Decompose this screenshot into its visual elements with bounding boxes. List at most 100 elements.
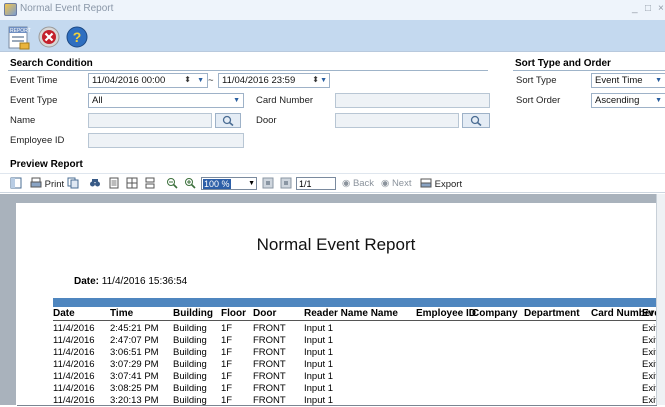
search-icon (470, 115, 482, 127)
table-cell: 1F (221, 323, 233, 334)
table-row: 11/4/2016 3:20:13 PM Building 1F FRONT Input … (16, 395, 658, 407)
table-cell: Input 1 (304, 383, 334, 394)
close-button[interactable] (36, 24, 62, 50)
table-cell: 1F (221, 359, 233, 370)
table-cell: FRONT (253, 371, 286, 382)
continuous-page-icon[interactable] (144, 177, 156, 191)
table-row: 11/4/2016 3:07:41 PM Building 1F FRONT Input … (16, 371, 658, 383)
table-cell: 1F (221, 371, 233, 382)
sort-title: Sort Type and Order (515, 58, 611, 69)
door-field[interactable] (335, 113, 459, 128)
find-icon[interactable] (89, 177, 101, 191)
export-label: Export (434, 179, 463, 190)
back-label: Back (352, 178, 375, 189)
table-cell: 2:47:07 PM (110, 335, 159, 346)
event-type-select[interactable]: All ▼ (88, 93, 244, 108)
name-search-button[interactable] (215, 113, 241, 128)
table-cell: FRONT (253, 395, 286, 406)
spinner-icon[interactable]: ⬍ (312, 74, 319, 86)
table-cell: FRONT (253, 347, 286, 358)
next-label: Next (391, 178, 412, 189)
column-header: Door (253, 308, 277, 319)
table-cell: Input 1 (304, 395, 334, 406)
table-cell: Input 1 (304, 347, 334, 358)
sort-type-label: Sort Type (516, 75, 557, 86)
report-title: Normal Event Report (256, 235, 416, 254)
name-field[interactable] (88, 113, 212, 128)
table-cell: 11/4/2016 (53, 359, 95, 370)
close-window-button[interactable]: × (658, 3, 664, 14)
print-button[interactable]: Print (30, 177, 64, 191)
title-bar: Normal Event Report _ □ × (0, 0, 665, 20)
table-cell: 3:08:25 PM (110, 383, 159, 394)
event-type-value: All (92, 95, 103, 106)
table-cell: Building (173, 371, 207, 382)
table-cell: FRONT (253, 359, 286, 370)
table-cell: FRONT (253, 383, 286, 394)
column-header: Department (524, 308, 580, 319)
column-header: Reader Name Name (304, 308, 398, 319)
page-number-field[interactable]: 1/1 (296, 177, 336, 190)
table-cell: 3:06:51 PM (110, 347, 159, 358)
card-number-field[interactable] (335, 93, 490, 108)
svg-text:?: ? (73, 29, 82, 45)
column-header: Time (110, 308, 134, 319)
printer-icon (30, 177, 42, 188)
table-cell: 3:07:29 PM (110, 359, 159, 370)
door-search-button[interactable] (462, 113, 490, 128)
page-icon[interactable] (108, 177, 120, 191)
prev-page-icon[interactable] (280, 177, 292, 191)
chevron-down-icon[interactable]: ▼ (197, 75, 204, 87)
chevron-down-icon[interactable]: ▼ (655, 95, 662, 107)
event-time-to-value: 11/04/2016 23:59 (222, 75, 296, 86)
zoom-value: 100 % (203, 179, 231, 189)
report-button[interactable]: REPORT (6, 24, 32, 50)
report-date-label: Date: (74, 276, 100, 287)
table-cell: 11/4/2016 (53, 347, 95, 358)
table-cell: 3:07:41 PM (110, 371, 159, 382)
multi-page-icon[interactable] (126, 177, 138, 191)
table-cell: 1F (221, 335, 233, 346)
chevron-down-icon[interactable]: ▼ (248, 178, 255, 190)
help-button[interactable]: ? (64, 24, 90, 50)
report-date-value: 11/4/2016 15:36:54 (101, 276, 188, 287)
time-range-tilde: ~ (208, 75, 214, 86)
next-arrow-icon: ◉ (381, 178, 390, 189)
chevron-down-icon[interactable]: ▼ (320, 75, 327, 87)
chevron-down-icon[interactable]: ▼ (655, 75, 662, 87)
print-label: Print (44, 179, 65, 190)
first-page-icon[interactable] (262, 177, 274, 191)
copy-icon[interactable] (67, 177, 79, 191)
maximize-button[interactable]: □ (645, 3, 651, 14)
zoom-select[interactable]: 100 % ▼ (201, 177, 257, 190)
window-title: Normal Event Report (20, 3, 114, 14)
table-cell: 11/4/2016 (53, 335, 95, 346)
table-cell: Building (173, 323, 207, 334)
toggle-tree-icon[interactable] (10, 177, 22, 191)
back-button[interactable]: ◉ Back (342, 177, 374, 191)
sort-type-value: Event Time (595, 75, 643, 86)
main-toolbar: REPORT ? (0, 20, 665, 52)
table-row: 11/4/2016 2:45:21 PM Building 1F FRONT Input … (16, 323, 658, 335)
spinner-icon[interactable]: ⬍ (184, 74, 191, 86)
zoom-in-icon[interactable] (184, 177, 196, 191)
search-icon (222, 115, 234, 127)
chevron-down-icon[interactable]: ▼ (233, 95, 240, 107)
export-button[interactable]: Export (420, 177, 462, 191)
report-icon: REPORT (8, 26, 31, 50)
vertical-scrollbar[interactable] (656, 194, 665, 405)
sort-order-label: Sort Order (516, 95, 561, 106)
sort-separator (513, 70, 665, 71)
sort-type-select[interactable]: Event Time ▼ (591, 73, 665, 88)
minimize-button[interactable]: _ (632, 3, 638, 14)
sort-order-select[interactable]: Ascending ▼ (591, 93, 665, 108)
employee-id-field[interactable] (88, 133, 244, 148)
event-time-to-field[interactable]: 11/04/2016 23:59 ⬍ ▼ (218, 73, 330, 88)
next-button[interactable]: ◉ Next (381, 177, 411, 191)
search-condition-title: Search Condition (10, 58, 93, 69)
event-time-label: Event Time (10, 75, 58, 86)
zoom-out-icon[interactable] (166, 177, 178, 191)
card-number-label: Card Number (256, 95, 314, 106)
column-header: Date (53, 308, 75, 319)
event-time-from-field[interactable]: 11/04/2016 00:00 ⬍ ▼ (88, 73, 208, 88)
